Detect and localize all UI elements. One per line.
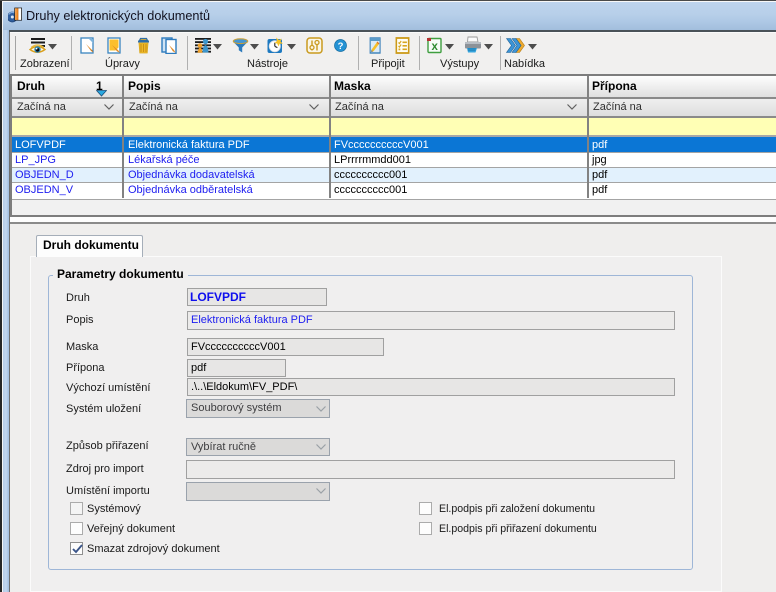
- svg-text:?: ?: [338, 41, 344, 52]
- svg-text:x: x: [431, 41, 438, 53]
